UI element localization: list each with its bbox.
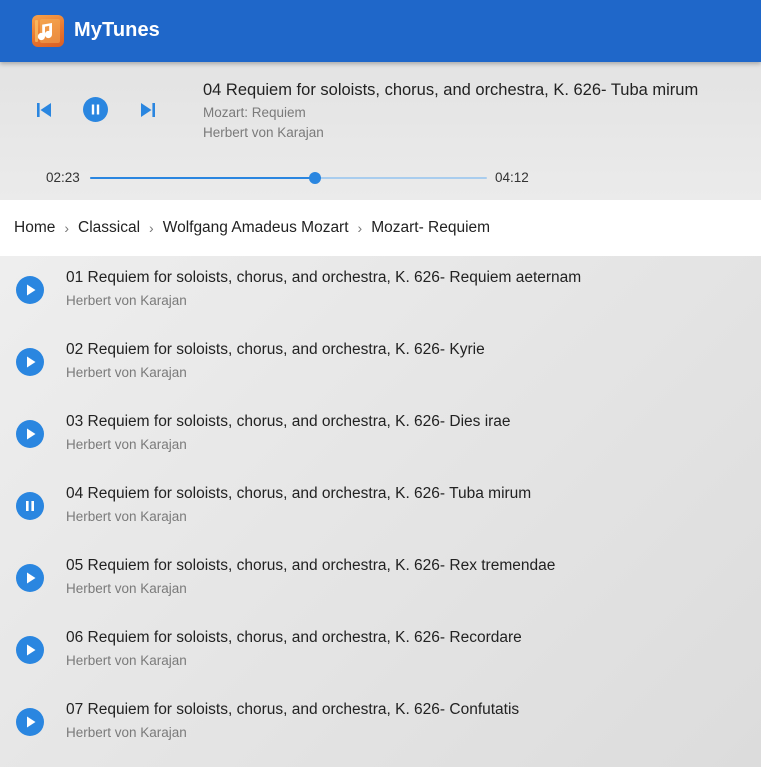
track-artist: Herbert von Karajan bbox=[66, 653, 187, 668]
breadcrumb: Home › Classical › Wolfgang Amadeus Mozart › M… bbox=[0, 200, 761, 256]
breadcrumb-item[interactable]: Mozart- Requiem bbox=[371, 219, 490, 237]
track-row[interactable]: 03 Requiem for soloists, chorus, and orc… bbox=[0, 388, 761, 460]
pause-icon bbox=[91, 104, 100, 115]
pause-icon bbox=[26, 501, 34, 511]
track-list: 01 Requiem for soloists, chorus, and orc… bbox=[0, 256, 761, 767]
breadcrumb-separator: › bbox=[357, 220, 363, 236]
progress-thumb[interactable] bbox=[309, 172, 322, 184]
total-time: 04:12 bbox=[495, 170, 529, 185]
now-playing-artist: Herbert von Karajan bbox=[203, 125, 324, 140]
breadcrumb-item[interactable]: Classical bbox=[78, 219, 140, 237]
app-title: MyTunes bbox=[74, 19, 160, 41]
play-track-button[interactable] bbox=[16, 564, 44, 592]
play-icon bbox=[27, 572, 36, 584]
previous-track-button[interactable] bbox=[34, 100, 54, 120]
play-track-button[interactable] bbox=[16, 348, 44, 376]
progress-fill bbox=[90, 177, 316, 179]
music-note-icon bbox=[32, 15, 64, 47]
breadcrumb-separator: › bbox=[64, 220, 70, 236]
breadcrumb-item[interactable]: Home bbox=[14, 219, 55, 237]
track-title: 07 Requiem for soloists, chorus, and orc… bbox=[66, 701, 520, 718]
track-row[interactable]: 04 Requiem for soloists, chorus, and orc… bbox=[0, 460, 761, 532]
track-artist: Herbert von Karajan bbox=[66, 581, 187, 596]
breadcrumb-item[interactable]: Wolfgang Amadeus Mozart bbox=[163, 219, 349, 237]
track-row[interactable]: 05 Requiem for soloists, chorus, and orc… bbox=[0, 532, 761, 604]
play-track-button[interactable] bbox=[16, 276, 44, 304]
breadcrumb-separator: › bbox=[149, 220, 154, 236]
play-icon bbox=[27, 716, 36, 728]
play-icon bbox=[27, 356, 36, 368]
next-track-button[interactable] bbox=[138, 100, 158, 120]
track-title: 03 Requiem for soloists, chorus, and orc… bbox=[66, 413, 511, 430]
progress-slider[interactable] bbox=[90, 172, 487, 184]
track-title: 01 Requiem for soloists, chorus, and orc… bbox=[66, 269, 582, 286]
play-track-button[interactable] bbox=[16, 708, 44, 736]
track-title: 05 Requiem for soloists, chorus, and orc… bbox=[66, 557, 556, 574]
track-title: 04 Requiem for soloists, chorus, and orc… bbox=[66, 485, 532, 502]
track-title: 02 Requiem for soloists, chorus, and orc… bbox=[66, 341, 485, 358]
now-playing-title: 04 Requiem for soloists, chorus, and orc… bbox=[203, 81, 699, 99]
track-artist: Herbert von Karajan bbox=[66, 725, 187, 740]
track-row[interactable]: 02 Requiem for soloists, chorus, and orc… bbox=[0, 316, 761, 388]
pause-button[interactable] bbox=[83, 97, 108, 122]
now-playing-panel: 04 Requiem for soloists, chorus, and orc… bbox=[0, 62, 761, 200]
play-track-button[interactable] bbox=[16, 636, 44, 664]
track-artist: Herbert von Karajan bbox=[66, 365, 187, 380]
track-row[interactable]: 01 Requiem for soloists, chorus, and orc… bbox=[0, 256, 761, 316]
track-artist: Herbert von Karajan bbox=[66, 509, 187, 524]
play-track-button[interactable] bbox=[16, 420, 44, 448]
play-icon bbox=[27, 428, 36, 440]
track-artist: Herbert von Karajan bbox=[66, 437, 187, 452]
now-playing-album: Mozart: Requiem bbox=[203, 105, 306, 120]
app-bar: MyTunes bbox=[0, 0, 761, 62]
pause-track-button[interactable] bbox=[16, 492, 44, 520]
track-artist: Herbert von Karajan bbox=[66, 293, 187, 308]
next-icon bbox=[141, 103, 155, 117]
previous-icon bbox=[37, 103, 51, 117]
play-icon bbox=[27, 284, 36, 296]
play-icon bbox=[27, 644, 36, 656]
current-time: 02:23 bbox=[46, 170, 80, 185]
track-row[interactable]: 06 Requiem for soloists, chorus, and orc… bbox=[0, 604, 761, 676]
track-row[interactable]: 07 Requiem for soloists, chorus, and orc… bbox=[0, 676, 761, 748]
track-title: 06 Requiem for soloists, chorus, and orc… bbox=[66, 629, 522, 646]
